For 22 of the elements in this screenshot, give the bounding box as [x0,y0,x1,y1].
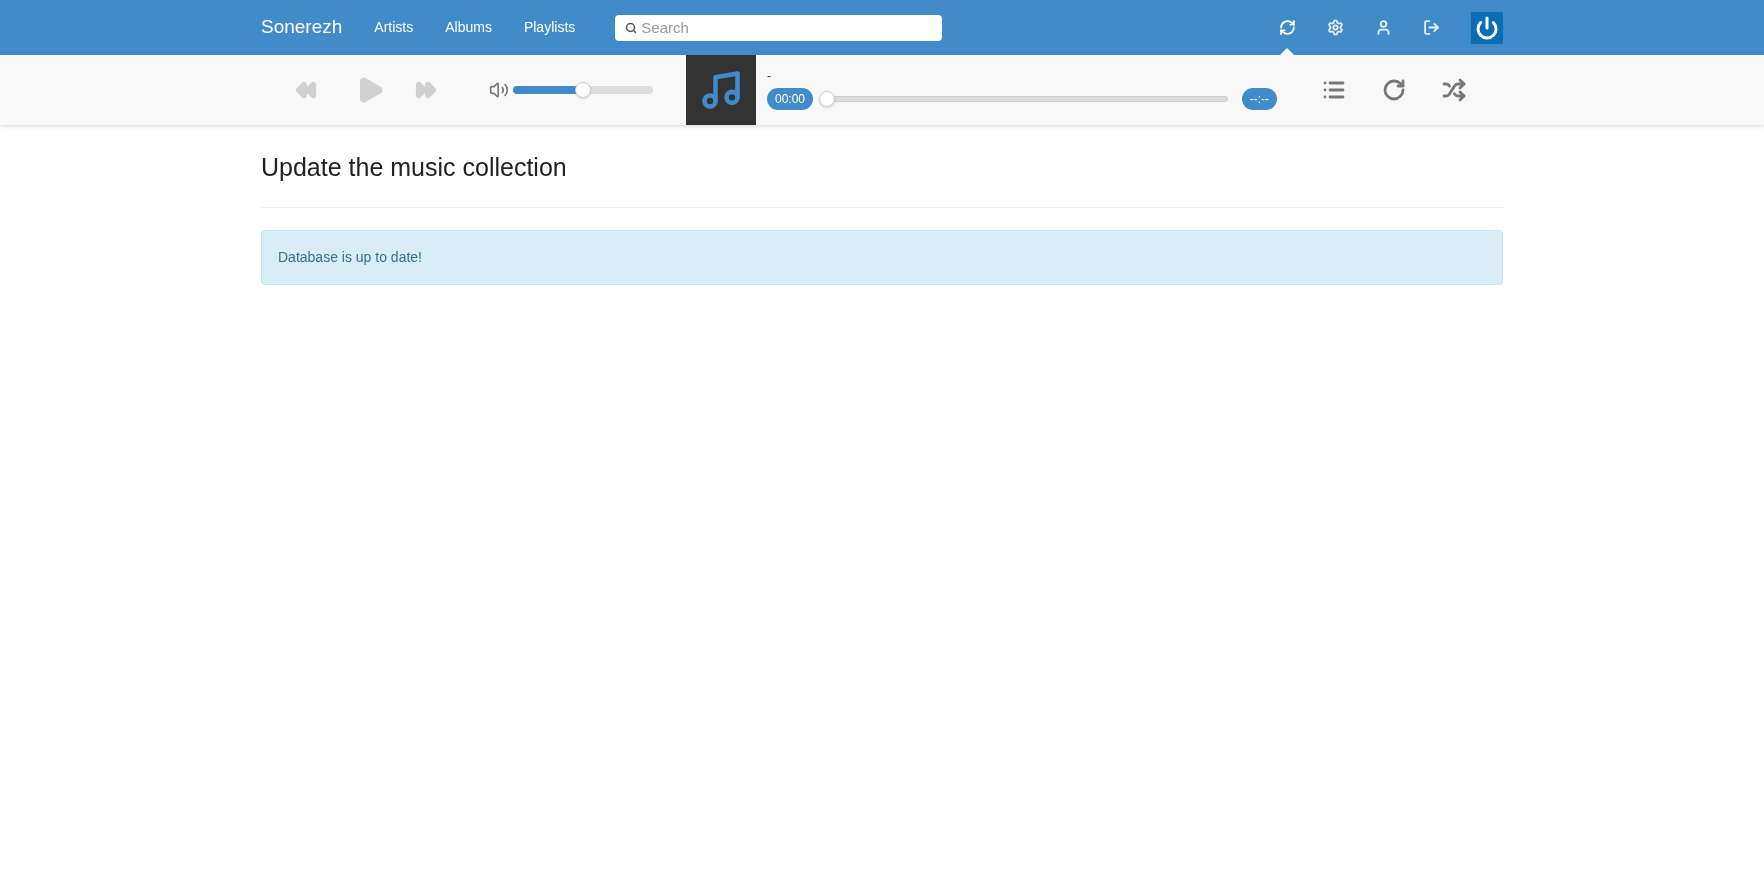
progress-thumb[interactable] [819,91,836,107]
power-button[interactable] [1471,11,1503,44]
search-field[interactable]: Search [615,14,943,41]
logout-icon[interactable] [1422,19,1440,36]
search-icon [625,21,638,34]
volume-thumb[interactable] [575,82,591,98]
alert-text: Database is up to date! [278,247,422,267]
shuffle-icon[interactable] [1442,78,1466,102]
elapsed-time: 00:00 [767,88,814,110]
nav-link[interactable]: Artists [374,17,414,38]
power-icon [1475,15,1499,40]
page-title: Update the music collection [261,149,1503,208]
volume-icon[interactable] [489,80,509,100]
nav-link[interactable]: Playlists [523,17,576,38]
brand-link[interactable]: Sonerezh [261,13,343,42]
settings-icon[interactable] [1326,19,1344,36]
remaining-time: --:-- [1241,88,1277,110]
refresh-icon[interactable] [1278,19,1296,36]
music-note-icon [699,68,743,112]
track-title: - [767,70,772,82]
repeat-icon[interactable] [1382,78,1406,102]
nav-link[interactable]: Albums [445,17,492,38]
